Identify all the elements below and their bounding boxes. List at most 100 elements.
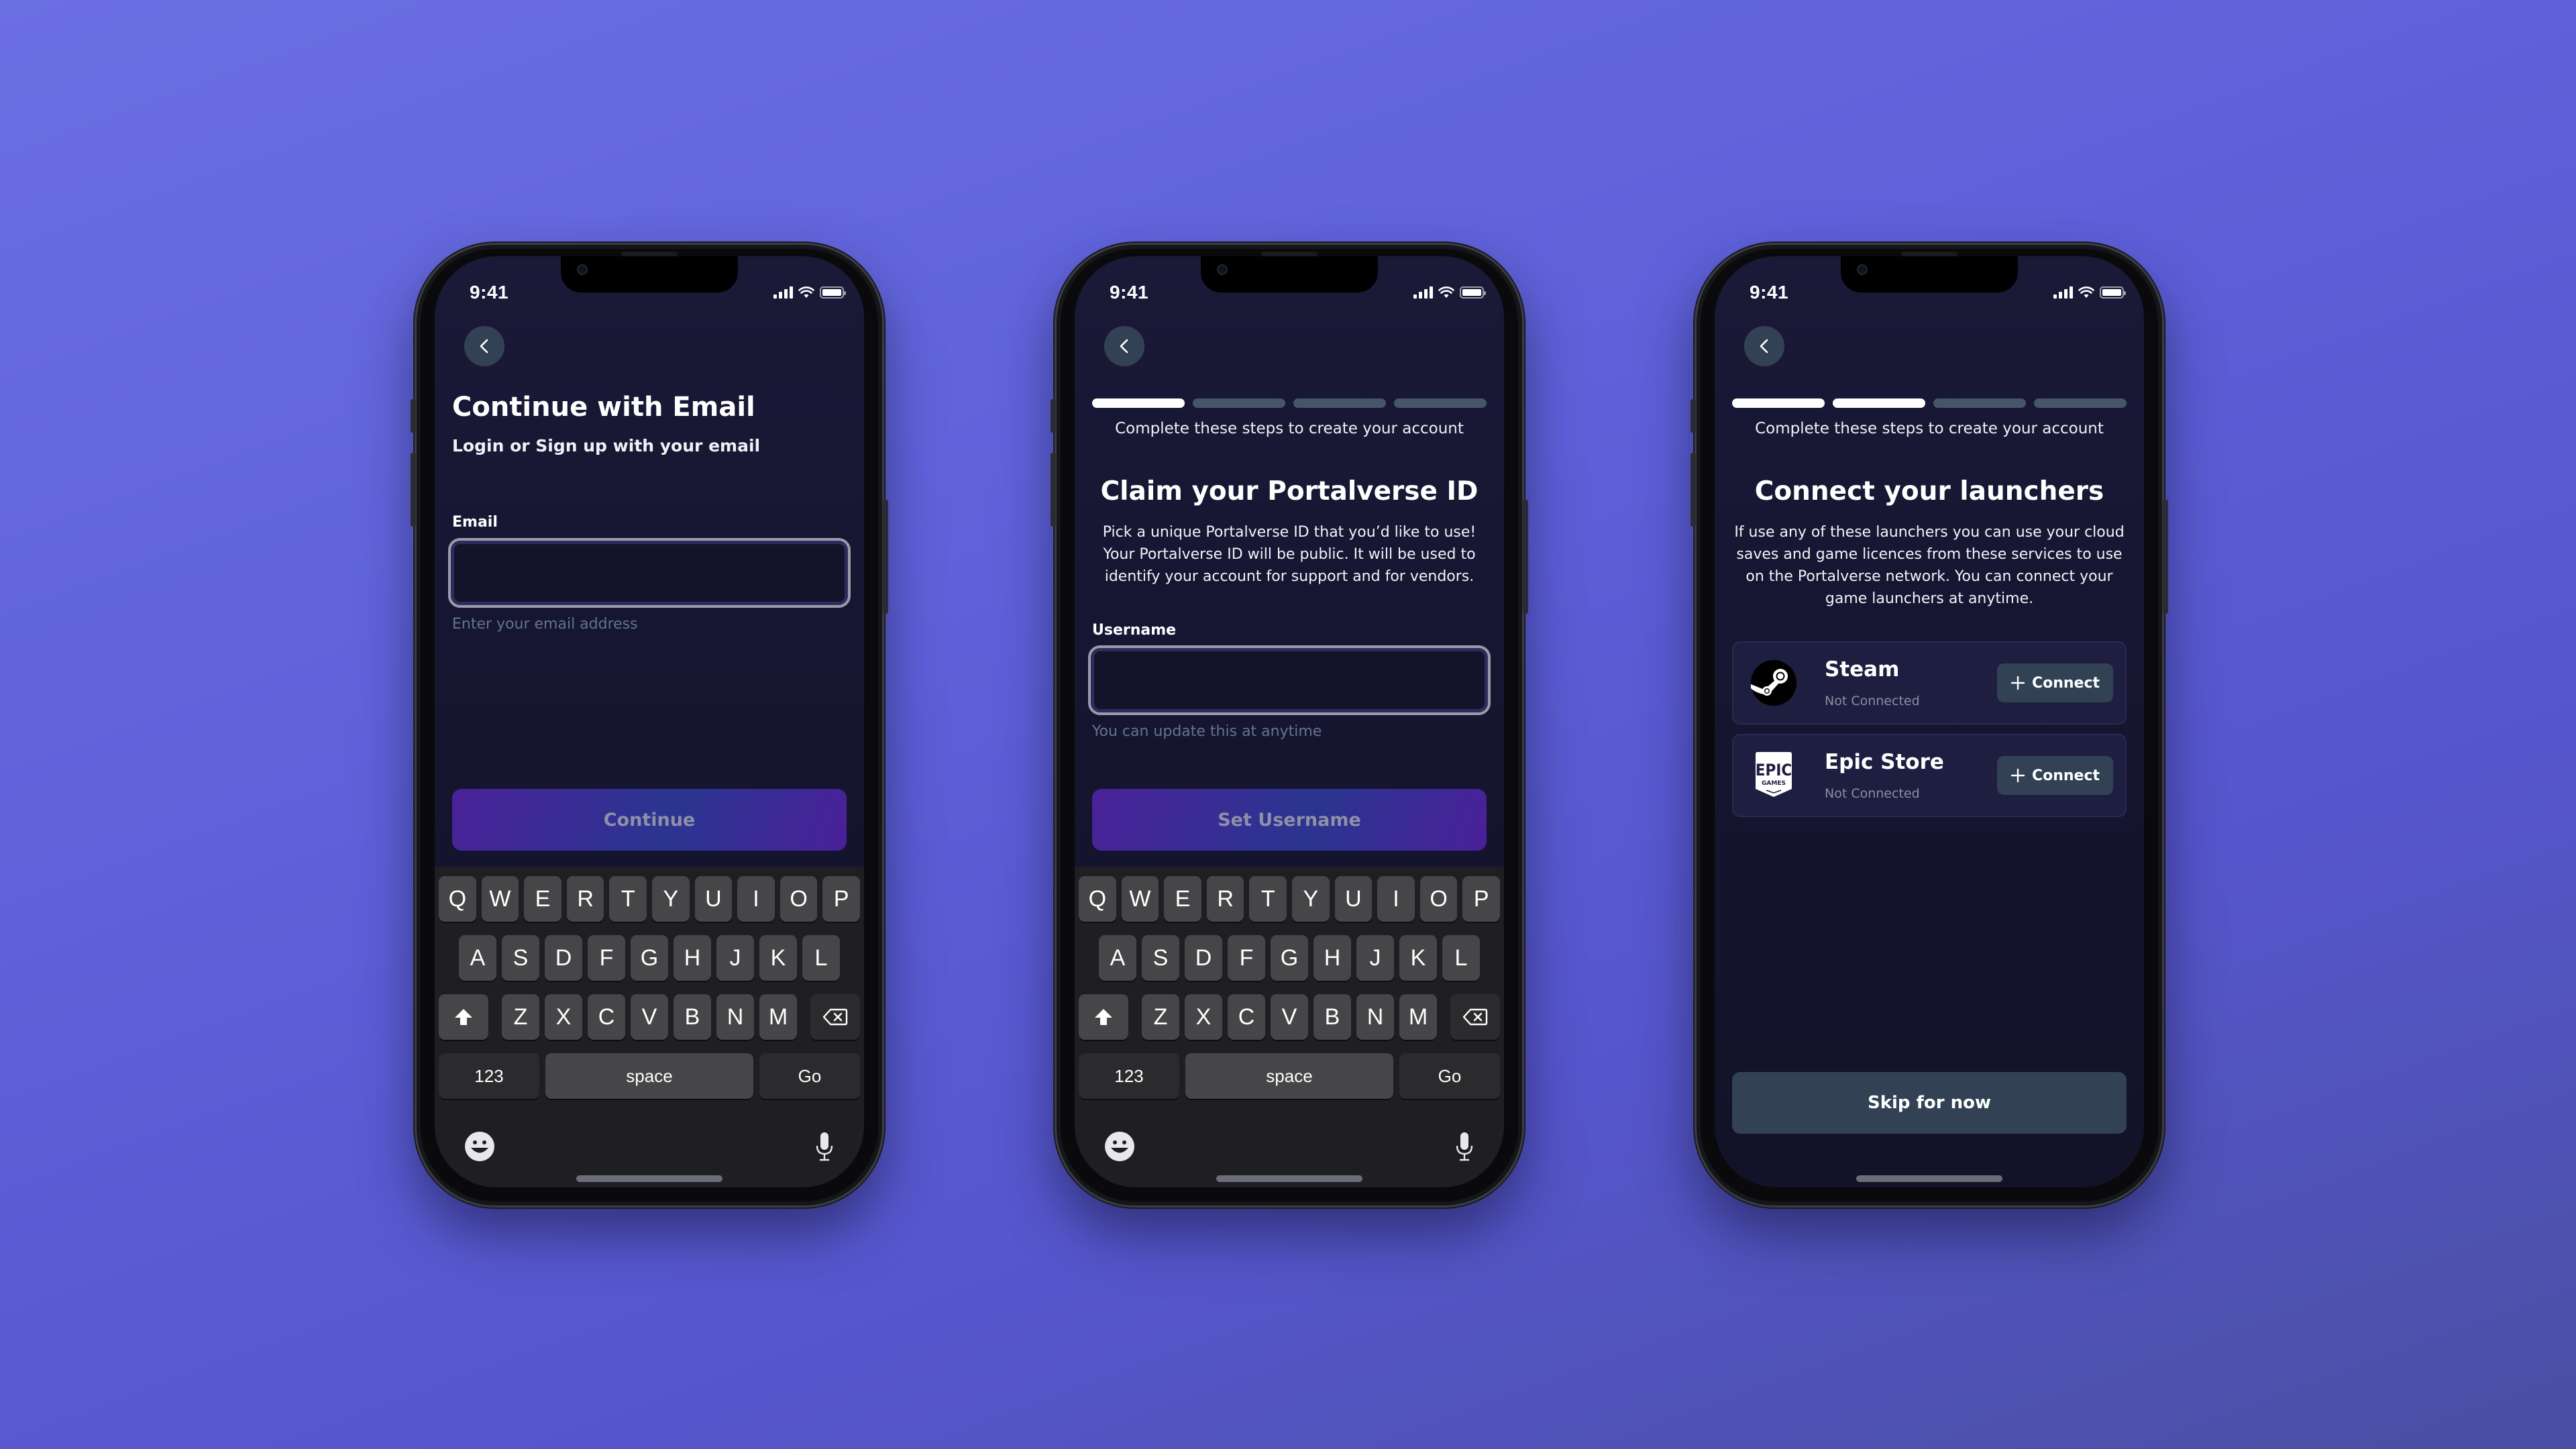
connect-label: Connect bbox=[2031, 767, 2100, 784]
status-bar: 9:41 bbox=[470, 279, 846, 306]
key-i[interactable]: I bbox=[1377, 876, 1415, 922]
key-u[interactable]: U bbox=[694, 876, 733, 922]
status-time: 9:41 bbox=[1750, 282, 1789, 303]
shift-icon bbox=[1095, 1009, 1112, 1025]
key-f[interactable]: F bbox=[1228, 935, 1265, 981]
screen: 9:41 Complete these steps to create your… bbox=[1715, 256, 2144, 1187]
emoji-icon[interactable] bbox=[464, 1131, 495, 1162]
go-key[interactable]: Go bbox=[1399, 1053, 1500, 1099]
step-progress bbox=[1732, 398, 2127, 408]
email-field[interactable] bbox=[448, 538, 851, 608]
key-q[interactable]: Q bbox=[439, 876, 476, 922]
microphone-icon[interactable] bbox=[814, 1131, 835, 1162]
key-o[interactable]: O bbox=[780, 876, 818, 922]
home-indicator[interactable] bbox=[1856, 1175, 2002, 1182]
power-button bbox=[1523, 500, 1528, 614]
key-t[interactable]: T bbox=[609, 876, 647, 922]
continue-button[interactable]: Continue bbox=[452, 789, 847, 851]
key-l[interactable]: L bbox=[802, 935, 840, 981]
key-w[interactable]: W bbox=[1121, 876, 1159, 922]
set-username-button[interactable]: Set Username bbox=[1092, 789, 1487, 851]
key-z[interactable]: Z bbox=[502, 994, 539, 1040]
key-e[interactable]: E bbox=[1164, 876, 1201, 922]
key-r[interactable]: R bbox=[1206, 876, 1244, 922]
key-s[interactable]: S bbox=[502, 935, 539, 981]
key-m[interactable]: M bbox=[759, 994, 797, 1040]
key-u[interactable]: U bbox=[1334, 876, 1373, 922]
key-o[interactable]: O bbox=[1419, 876, 1458, 922]
key-h[interactable]: H bbox=[674, 935, 711, 981]
emoji-icon[interactable] bbox=[1104, 1131, 1135, 1162]
key-r[interactable]: R bbox=[566, 876, 604, 922]
progress-step-4 bbox=[2034, 398, 2127, 408]
epic-logo-text: EPIC bbox=[1756, 761, 1792, 780]
phone-launchers-screen: 9:41 Complete these steps to create your… bbox=[1690, 243, 2168, 1208]
key-q[interactable]: Q bbox=[1079, 876, 1116, 922]
shift-key[interactable] bbox=[1079, 994, 1128, 1040]
username-field[interactable] bbox=[1088, 645, 1491, 715]
key-a[interactable]: A bbox=[1099, 935, 1136, 981]
numbers-key[interactable]: 123 bbox=[1079, 1053, 1179, 1099]
microphone-icon[interactable] bbox=[1454, 1131, 1474, 1162]
key-b[interactable]: B bbox=[674, 994, 711, 1040]
key-c[interactable]: C bbox=[588, 994, 625, 1040]
backspace-key[interactable] bbox=[1450, 994, 1500, 1040]
back-button[interactable] bbox=[464, 326, 504, 366]
progress-step-2 bbox=[1193, 398, 1285, 408]
launcher-item-steam: Steam Not Connected Connect bbox=[1732, 641, 2127, 724]
key-s[interactable]: S bbox=[1142, 935, 1179, 981]
key-m[interactable]: M bbox=[1399, 994, 1437, 1040]
numbers-key[interactable]: 123 bbox=[439, 1053, 539, 1099]
key-b[interactable]: B bbox=[1313, 994, 1351, 1040]
status-time: 9:41 bbox=[1110, 282, 1149, 303]
skip-for-now-button[interactable]: Skip for now bbox=[1732, 1072, 2127, 1134]
back-button[interactable] bbox=[1744, 326, 1784, 366]
key-d[interactable]: D bbox=[545, 935, 582, 981]
key-x[interactable]: X bbox=[545, 994, 582, 1040]
key-z[interactable]: Z bbox=[1142, 994, 1179, 1040]
key-g[interactable]: G bbox=[631, 935, 668, 981]
key-h[interactable]: H bbox=[1313, 935, 1351, 981]
key-d[interactable]: D bbox=[1185, 935, 1222, 981]
key-f[interactable]: F bbox=[588, 935, 625, 981]
key-t[interactable]: T bbox=[1249, 876, 1287, 922]
status-bar: 9:41 bbox=[1110, 279, 1486, 306]
key-k[interactable]: K bbox=[1399, 935, 1437, 981]
home-indicator[interactable] bbox=[1216, 1175, 1362, 1182]
chevron-left-icon bbox=[480, 339, 488, 354]
key-p[interactable]: P bbox=[822, 876, 860, 922]
key-k[interactable]: K bbox=[759, 935, 797, 981]
key-w[interactable]: W bbox=[481, 876, 519, 922]
key-v[interactable]: V bbox=[631, 994, 668, 1040]
backspace-key[interactable] bbox=[810, 994, 860, 1040]
wifi-icon bbox=[1438, 286, 1454, 298]
key-n[interactable]: N bbox=[716, 994, 754, 1040]
key-g[interactable]: G bbox=[1271, 935, 1308, 981]
key-c[interactable]: C bbox=[1228, 994, 1265, 1040]
key-j[interactable]: J bbox=[1356, 935, 1394, 981]
home-indicator[interactable] bbox=[576, 1175, 722, 1182]
shift-icon bbox=[455, 1009, 472, 1025]
go-key[interactable]: Go bbox=[759, 1053, 860, 1099]
connect-steam-button[interactable]: Connect bbox=[1996, 663, 2113, 702]
key-a[interactable]: A bbox=[459, 935, 496, 981]
back-button[interactable] bbox=[1104, 326, 1144, 366]
key-n[interactable]: N bbox=[1356, 994, 1394, 1040]
key-x[interactable]: X bbox=[1185, 994, 1222, 1040]
connect-epic-button[interactable]: Connect bbox=[1996, 756, 2113, 795]
key-y[interactable]: Y bbox=[1292, 876, 1330, 922]
battery-icon bbox=[2100, 286, 2126, 299]
key-i[interactable]: I bbox=[737, 876, 775, 922]
key-p[interactable]: P bbox=[1462, 876, 1500, 922]
key-y[interactable]: Y bbox=[652, 876, 690, 922]
power-button bbox=[883, 500, 888, 614]
phone-email-screen: 9:41 Continue with Email Login or Sign u… bbox=[411, 243, 888, 1208]
key-e[interactable]: E bbox=[524, 876, 561, 922]
space-key[interactable]: space bbox=[1185, 1053, 1393, 1099]
key-l[interactable]: L bbox=[1442, 935, 1480, 981]
key-v[interactable]: V bbox=[1271, 994, 1308, 1040]
steps-caption: Complete these steps to create your acco… bbox=[1115, 420, 1464, 437]
space-key[interactable]: space bbox=[545, 1053, 753, 1099]
shift-key[interactable] bbox=[439, 994, 488, 1040]
key-j[interactable]: J bbox=[716, 935, 754, 981]
